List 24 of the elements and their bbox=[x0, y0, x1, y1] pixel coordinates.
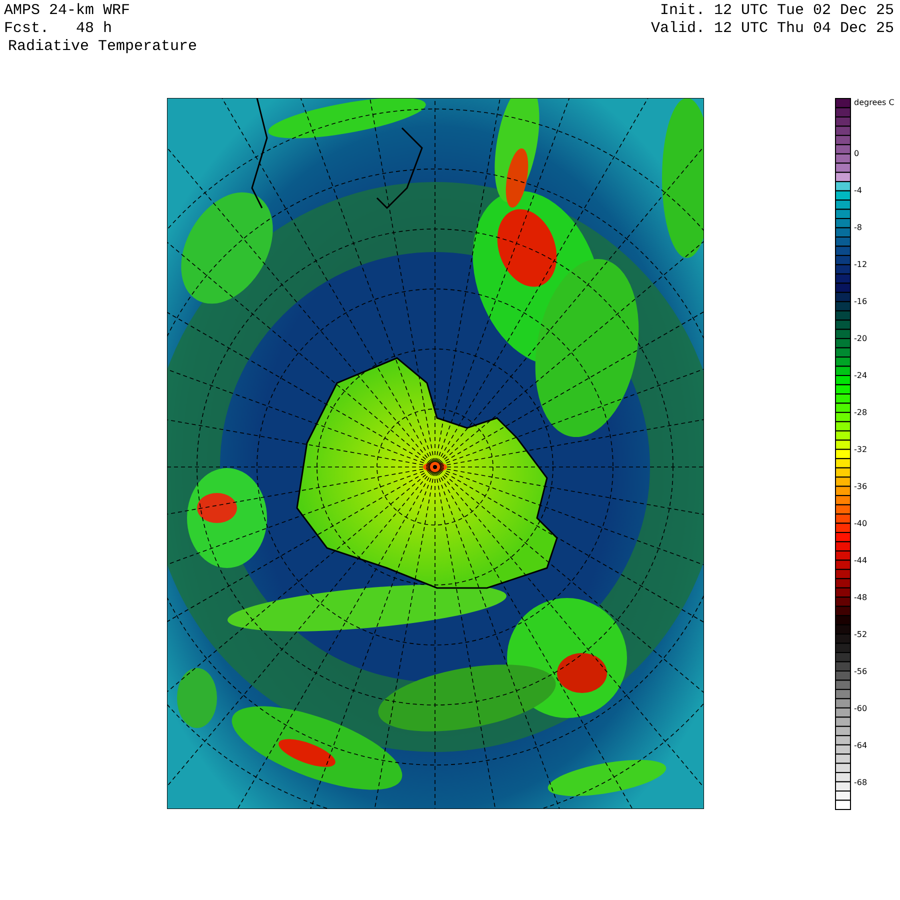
scale-tick-label: -12 bbox=[854, 260, 868, 269]
scale-tick-label: -28 bbox=[854, 408, 868, 417]
forecast-time: Valid. 12 UTC Thu 04 Dec 25 bbox=[650, 20, 894, 38]
scale-tick-label: -52 bbox=[854, 630, 868, 639]
scale-tick-label: -40 bbox=[854, 519, 868, 528]
scale-tick-label: -48 bbox=[854, 593, 868, 602]
scale-tick-label: 0 bbox=[854, 149, 860, 158]
plot-title: Fcst. 48 h bbox=[4, 20, 114, 38]
scale-tick-label: -20 bbox=[854, 334, 868, 343]
scale-tick-label: -60 bbox=[854, 704, 868, 713]
field-name: Radiative Temperature bbox=[7, 38, 198, 56]
scale-tick-label: -4 bbox=[854, 186, 862, 195]
scale-tick-label: -56 bbox=[854, 667, 868, 676]
scale-tick-label: -68 bbox=[854, 778, 868, 787]
scale-tick-label: -64 bbox=[854, 741, 868, 750]
scale-tick-label: -44 bbox=[854, 556, 868, 565]
scale-tick-label: -16 bbox=[854, 297, 868, 306]
scale-tick-label: -32 bbox=[854, 445, 868, 454]
scale-tick-label: -36 bbox=[854, 482, 868, 491]
scale-tick-label: -24 bbox=[854, 371, 868, 380]
scale-tick-label: -8 bbox=[854, 223, 862, 232]
forecast-time: Init. 12 UTC Tue 02 Dec 25 bbox=[660, 2, 894, 20]
unit-label: degrees C bbox=[854, 98, 894, 109]
plot-title: AMPS 24-km WRF bbox=[4, 2, 132, 20]
